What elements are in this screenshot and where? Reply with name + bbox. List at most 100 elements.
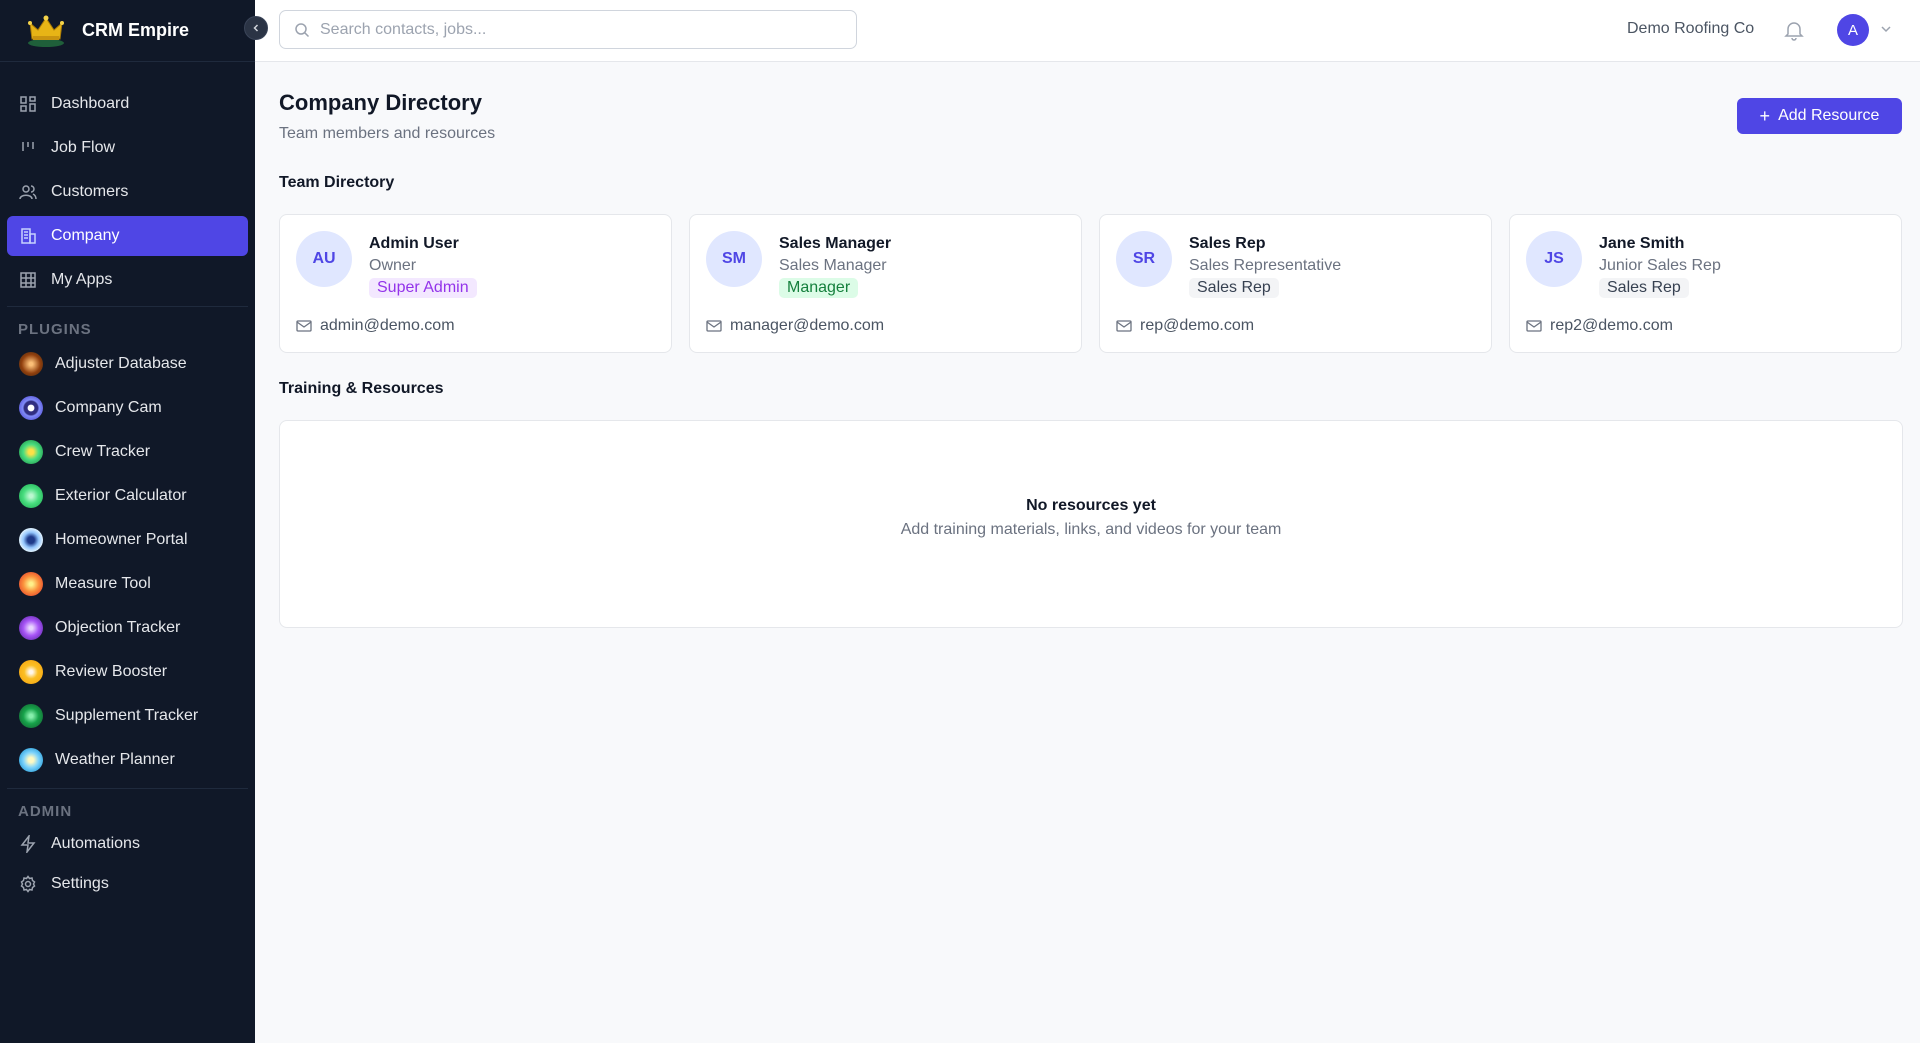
member-email-row[interactable]: rep@demo.com [1116, 317, 1254, 335]
member-email: admin@demo.com [320, 317, 455, 334]
member-avatar: SM [706, 231, 762, 287]
plugin-label: Weather Planner [55, 751, 175, 768]
grid-icon [19, 95, 37, 113]
plugin-label: Review Booster [55, 663, 168, 680]
member-title: Junior Sales Rep [1599, 257, 1721, 274]
collapse-sidebar-button[interactable] [244, 16, 268, 40]
plugin-icon [19, 616, 43, 640]
role-badge: Manager [779, 278, 859, 298]
avatar[interactable]: A [1837, 14, 1869, 46]
nav-item-job-flow[interactable]: Job Flow [7, 128, 248, 168]
resources-panel: No resources yet Add training materials,… [279, 420, 1903, 628]
plugin-label: Crew Tracker [55, 443, 151, 460]
plugin-adjuster-database[interactable]: Adjuster Database [0, 342, 255, 386]
plugins-label: PLUGINS [18, 321, 92, 338]
nav-label: Customers [51, 183, 129, 200]
member-avatar: JS [1526, 231, 1582, 287]
plugin-crew-tracker[interactable]: Crew Tracker [0, 430, 255, 474]
empty-state-title: No resources yet [1026, 497, 1156, 514]
plugin-objection-tracker[interactable]: Objection Tracker [0, 606, 255, 650]
plugin-icon [19, 484, 43, 508]
sidebar: CRM Empire Dashboard Job Flow Customers … [0, 0, 255, 1043]
member-email-row[interactable]: rep2@demo.com [1526, 317, 1673, 335]
role-badge: Super Admin [369, 278, 477, 298]
nav-item-my-apps[interactable]: My Apps [7, 260, 248, 300]
plugin-icon [19, 572, 43, 596]
member-email: manager@demo.com [730, 317, 885, 334]
add-resource-button[interactable]: + Add Resource [1737, 98, 1902, 134]
plugin-label: Supplement Tracker [55, 707, 199, 724]
gear-icon [19, 875, 37, 893]
plugin-icon [19, 748, 43, 772]
page-subtitle: Team members and resources [279, 125, 496, 142]
search-icon [295, 22, 310, 37]
bolt-icon [19, 835, 37, 853]
apps-icon [19, 271, 37, 289]
brand[interactable]: CRM Empire [0, 0, 255, 62]
mail-icon [706, 320, 722, 332]
member-email: rep2@demo.com [1550, 317, 1673, 334]
search-box[interactable] [279, 10, 857, 49]
team-directory-heading: Team Directory [279, 174, 395, 191]
search-input[interactable] [320, 20, 840, 39]
plugin-icon [19, 528, 43, 552]
member-card[interactable]: JS Jane Smith Junior Sales Rep Sales Rep… [1509, 214, 1902, 353]
main-content: Company Directory Team members and resou… [255, 62, 1920, 1043]
team-grid: AU Admin User Owner Super Admin admin@de… [279, 214, 1903, 353]
plugin-supplement-tracker[interactable]: Supplement Tracker [0, 694, 255, 738]
nav-label: My Apps [51, 271, 113, 288]
nav-label: Settings [51, 875, 109, 892]
chevron-down-icon[interactable] [1879, 22, 1893, 36]
plugin-exterior-calculator[interactable]: Exterior Calculator [0, 474, 255, 518]
plugin-measure-tool[interactable]: Measure Tool [0, 562, 255, 606]
member-title: Owner [369, 257, 417, 274]
member-email: rep@demo.com [1140, 317, 1255, 334]
plugin-label: Company Cam [55, 399, 162, 416]
plugin-icon [19, 440, 43, 464]
plus-icon: + [1759, 105, 1771, 126]
member-avatar: AU [296, 231, 352, 287]
main-nav: Dashboard Job Flow Customers Company My … [0, 62, 255, 300]
bell-icon[interactable] [1783, 19, 1805, 41]
role-badge: Sales Rep [1599, 278, 1689, 298]
member-title: Sales Representative [1189, 257, 1342, 274]
nav-item-settings[interactable]: Settings [0, 864, 255, 904]
member-title: Sales Manager [779, 257, 887, 274]
plugin-icon [19, 704, 43, 728]
plugin-label: Exterior Calculator [55, 487, 187, 504]
building-icon [19, 227, 37, 245]
nav-item-customers[interactable]: Customers [7, 172, 248, 212]
training-resources-heading: Training & Resources [279, 380, 444, 397]
plugin-company-cam[interactable]: Company Cam [0, 386, 255, 430]
company-switcher[interactable]: Demo Roofing Co [1627, 20, 1754, 38]
plugin-weather-planner[interactable]: Weather Planner [0, 738, 255, 782]
plugin-icon [19, 660, 43, 684]
page-title: Company Directory [279, 90, 482, 115]
nav-item-company[interactable]: Company [7, 216, 248, 256]
role-badge: Sales Rep [1189, 278, 1279, 298]
member-card[interactable]: SM Sales Manager Sales Manager Manager m… [689, 214, 1082, 353]
plugin-label: Measure Tool [55, 575, 151, 592]
nav-label: Dashboard [51, 95, 130, 112]
member-avatar: SR [1116, 231, 1172, 287]
member-name: Admin User [369, 235, 459, 252]
add-resource-label: Add Resource [1778, 107, 1880, 124]
member-card[interactable]: SR Sales Rep Sales Representative Sales … [1099, 214, 1492, 353]
mail-icon [296, 320, 312, 332]
nav-item-dashboard[interactable]: Dashboard [7, 84, 248, 124]
member-email-row[interactable]: manager@demo.com [706, 317, 884, 335]
plugin-homeowner-portal[interactable]: Homeowner Portal [0, 518, 255, 562]
member-email-row[interactable]: admin@demo.com [296, 317, 455, 335]
empty-state-text: Add training materials, links, and video… [900, 521, 1282, 538]
crown-logo-icon [28, 15, 64, 47]
users-icon [19, 183, 37, 201]
plugin-review-booster[interactable]: Review Booster [0, 650, 255, 694]
member-name: Jane Smith [1599, 235, 1685, 252]
nav-label: Job Flow [51, 139, 116, 156]
member-card[interactable]: AU Admin User Owner Super Admin admin@de… [279, 214, 672, 353]
member-name: Sales Manager [779, 235, 892, 252]
admin-label: ADMIN [18, 803, 73, 820]
nav-item-automations[interactable]: Automations [0, 824, 255, 864]
mail-icon [1526, 320, 1542, 332]
topbar: Demo Roofing Co A [255, 0, 1920, 62]
